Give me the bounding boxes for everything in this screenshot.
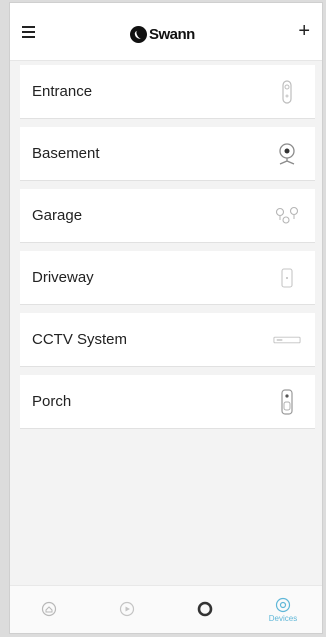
device-row-driveway[interactable]: Driveway	[20, 251, 315, 305]
device-row-entrance[interactable]: Entrance	[20, 65, 315, 119]
dvr-recorder-icon	[273, 326, 301, 354]
top-bar: Swann +	[10, 3, 322, 61]
device-row-cctv-system[interactable]: CCTV System	[20, 313, 315, 367]
record-icon	[197, 601, 213, 617]
device-row-porch[interactable]: Porch	[20, 375, 315, 429]
video-doorbell-icon	[273, 388, 301, 416]
swann-logo-icon	[130, 25, 147, 43]
device-row-garage[interactable]: Garage	[20, 189, 315, 243]
dome-camera-icon	[273, 140, 301, 168]
device-row-basement[interactable]: Basement	[20, 127, 315, 181]
device-label: Driveway	[32, 269, 94, 286]
tab-home[interactable]	[19, 588, 79, 632]
tab-record[interactable]	[175, 588, 235, 632]
device-label: Garage	[32, 207, 83, 224]
devices-icon	[275, 597, 291, 612]
playback-icon	[119, 601, 135, 617]
tab-label: Devices	[268, 613, 298, 623]
hamburger-menu-icon[interactable]	[20, 23, 42, 43]
bottom-tab-bar: Devices	[10, 585, 322, 633]
tab-devices[interactable]: Devices	[253, 588, 313, 632]
bullet-camera-icon	[273, 264, 301, 292]
device-label: Entrance	[32, 83, 93, 100]
device-label: Porch	[32, 393, 72, 410]
brand-logo: Swann	[130, 22, 195, 46]
home-icon	[41, 601, 57, 617]
device-label: CCTV System	[32, 331, 128, 348]
doorbell-camera-icon	[273, 78, 301, 106]
tab-playback[interactable]	[97, 588, 157, 632]
device-label: Basement	[32, 145, 100, 162]
app-screen: Swann + Entrance Basement Garage Drivewa…	[9, 2, 323, 634]
multi-camera-icon	[273, 202, 301, 230]
brand-name: Swann	[149, 25, 195, 43]
device-list: Entrance Basement Garage Driveway CCTV S…	[10, 65, 322, 437]
add-device-button[interactable]: +	[298, 21, 310, 41]
